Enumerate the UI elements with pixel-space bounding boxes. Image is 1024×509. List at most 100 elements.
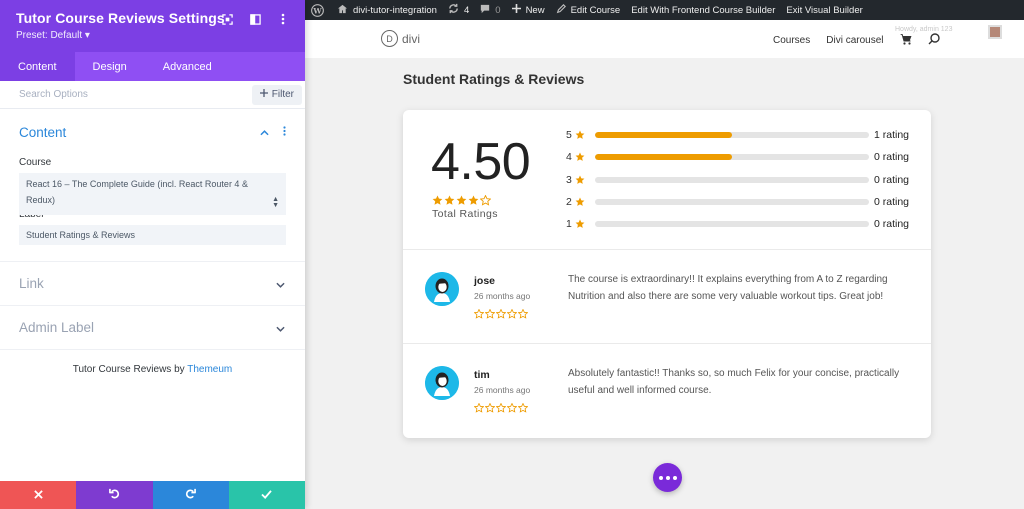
rating-bar-row: 3 0 rating [566, 169, 916, 191]
undo-button[interactable] [76, 481, 153, 509]
header-ghost-text: Howdy, admin 123 [895, 26, 953, 33]
edit-course-link[interactable]: Edit Course [556, 3, 621, 17]
rating-bar-track [595, 199, 869, 206]
tab-advanced[interactable]: Advanced [145, 52, 230, 81]
wordpress-logo-icon[interactable]: W [311, 3, 324, 17]
nav-courses[interactable]: Courses [773, 35, 810, 46]
pencil-icon [556, 3, 566, 17]
edit-course-label: Edit Course [570, 4, 621, 16]
star-empty-icon [506, 306, 518, 324]
search-row: Filter [0, 81, 305, 109]
course-select-value: React 16 – The Complete Guide (incl. Rea… [26, 179, 248, 205]
site-nav: Courses Divi carousel [773, 33, 940, 48]
filter-label: Filter [271, 89, 294, 100]
bar-star-count: 1 [566, 218, 572, 231]
dashboard-icon [337, 4, 348, 17]
discard-button[interactable] [0, 481, 77, 509]
svg-text:W: W [312, 6, 322, 15]
edit-frontend-builder-link[interactable]: Edit With Frontend Course Builder [631, 5, 775, 16]
course-label: Course [19, 157, 52, 168]
redo-button[interactable] [152, 481, 229, 509]
chevron-up-icon[interactable] [260, 123, 269, 141]
site-name: divi-tutor-integration [353, 4, 437, 16]
action-bar [0, 481, 305, 509]
site-name-link[interactable]: divi-tutor-integration [337, 4, 437, 17]
tab-design[interactable]: Design [75, 52, 145, 81]
credit-text: Tutor Course Reviews by [72, 364, 188, 375]
user-avatar[interactable] [988, 25, 1002, 39]
check-icon [261, 486, 273, 504]
review-list: jose 26 months ago The course is extraordi… [403, 250, 931, 438]
divi-logo-mark: D [381, 30, 398, 47]
cart-icon[interactable] [899, 33, 912, 48]
settings-panel: Tutor Course Reviews Settings Preset: De… [0, 0, 305, 509]
rating-count: 1 rating [874, 129, 910, 142]
logo-text: divi [402, 31, 421, 46]
reviewer-name: tim [474, 369, 490, 381]
bar-star-count: 3 [566, 173, 572, 186]
review-stars [473, 400, 529, 418]
star-filled-icon [575, 130, 595, 140]
average-rating: 4.50 [431, 133, 531, 191]
star-filled-icon [575, 219, 595, 229]
review-text: The course is extraordinary!! It explain… [568, 274, 888, 302]
dots-icon [658, 475, 677, 480]
rating-count: 0 rating [874, 196, 910, 209]
comment-icon [480, 4, 490, 17]
star-empty-icon [506, 400, 518, 418]
section-more-icon[interactable] [283, 123, 286, 141]
rating-count: 0 rating [874, 173, 910, 186]
nav-divi-carousel[interactable]: Divi carousel [826, 35, 883, 46]
exit-visual-builder-link[interactable]: Exit Visual Builder [786, 5, 862, 16]
rating-bar-row: 2 0 rating [566, 191, 916, 213]
tab-content[interactable]: Content [0, 52, 75, 81]
new-content-link[interactable]: New [511, 4, 545, 16]
rating-count: 0 rating [874, 151, 910, 164]
site-header: D divi Howdy, admin 123 Courses Divi car… [305, 20, 1024, 58]
rating-bar-fill [595, 132, 732, 139]
select-arrows-icon: ▲ ▼ [272, 196, 279, 209]
updates-link[interactable]: 4 [448, 3, 469, 17]
split-view-icon[interactable] [247, 11, 263, 27]
panel-header: Tutor Course Reviews Settings Preset: De… [0, 0, 305, 52]
preset-dropdown[interactable]: Preset: Default ▾ [16, 30, 289, 41]
filter-button[interactable]: Filter [251, 84, 302, 105]
bar-star-count: 2 [566, 196, 572, 209]
content-section: Content Course React 16 – The Complete G… [0, 109, 305, 262]
star-filled-icon [575, 175, 595, 185]
admin-label-section[interactable]: Admin Label [0, 306, 305, 350]
star-empty-icon [495, 306, 507, 324]
close-icon [33, 486, 43, 504]
review-text: Absolutely fantastic!! Thanks so, so muc… [568, 368, 900, 396]
site-logo[interactable]: D divi [381, 30, 420, 47]
redo-icon [185, 486, 197, 504]
search-options-input[interactable] [19, 89, 219, 100]
content-section-title[interactable]: Content [19, 125, 66, 140]
star-empty-icon [473, 400, 485, 418]
rating-bar-row: 5 1 rating [566, 124, 916, 146]
plus-icon [259, 89, 268, 100]
reviewer-name: jose [474, 275, 496, 287]
star-empty-icon [484, 306, 496, 324]
new-label: New [525, 4, 545, 16]
rating-summary: 4.50 Total Ratings 5 1 rating 4 0 rating 3 0 … [403, 110, 931, 250]
comments-count: 0 [495, 4, 501, 16]
module-credit: Tutor Course Reviews by Themeum [0, 364, 305, 375]
star-filled-icon [575, 197, 595, 207]
themeum-link[interactable]: Themeum [187, 364, 232, 375]
updates-count: 4 [463, 4, 470, 16]
builder-menu-button[interactable] [653, 463, 682, 492]
link-section[interactable]: Link [0, 262, 305, 306]
search-icon[interactable] [928, 33, 940, 48]
rating-bar-track [595, 176, 869, 183]
site-canvas: D divi Howdy, admin 123 Courses Divi car… [305, 20, 1024, 509]
label-input[interactable] [19, 225, 286, 245]
more-options-icon[interactable] [275, 11, 291, 27]
course-select[interactable]: React 16 – The Complete Guide (incl. Rea… [19, 173, 286, 215]
comments-link[interactable]: 0 [480, 4, 501, 17]
save-button[interactable] [228, 481, 305, 509]
reviewer-avatar [425, 272, 459, 306]
fullscreen-icon[interactable] [219, 11, 235, 27]
rating-bar-track [595, 221, 869, 228]
bar-star-count: 4 [566, 151, 572, 164]
